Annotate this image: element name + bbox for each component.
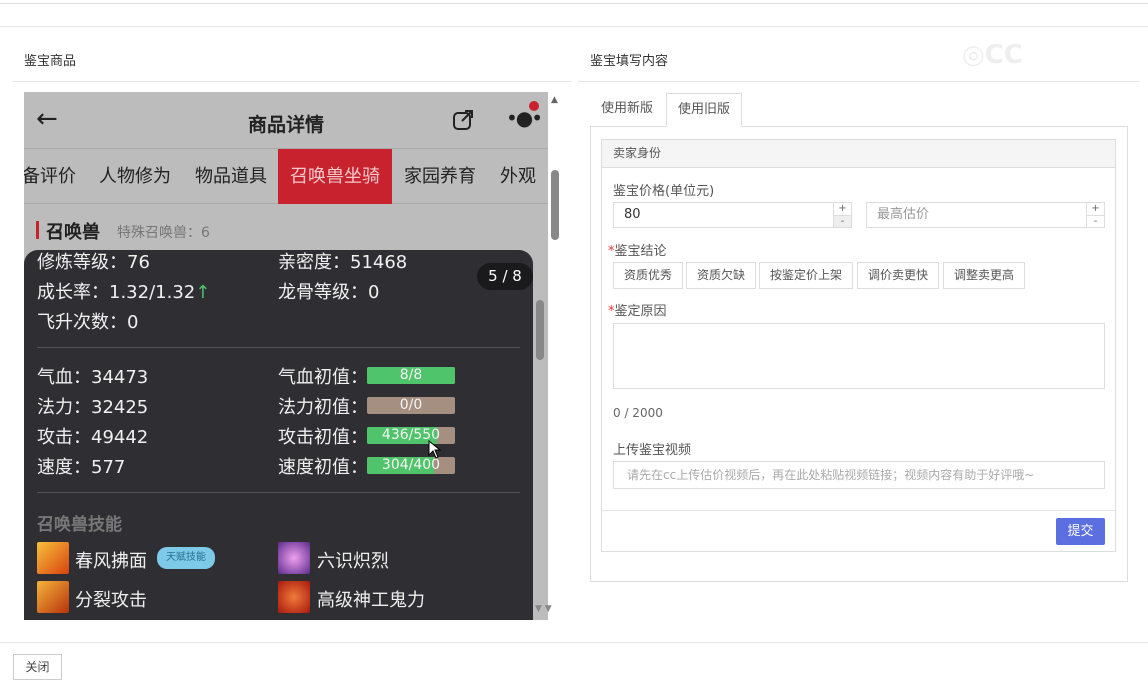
inner-scrollbar[interactable] <box>536 300 544 360</box>
init-stat-label: 法力初值： <box>278 397 368 418</box>
version-tab-1[interactable]: 使用旧版 <box>666 93 743 127</box>
mouse-cursor-icon <box>428 440 442 459</box>
skill-icon <box>37 581 69 613</box>
skill-icon <box>37 542 69 574</box>
skill-name: 春风拂面 <box>75 551 147 572</box>
version-tab-0[interactable]: 使用新版 <box>590 93 664 127</box>
price-label: 鉴宝价格(单位元) <box>613 184 715 199</box>
up-arrow-icon: ↑ <box>195 282 211 303</box>
skill-name: 分裂攻击 <box>75 590 147 611</box>
char-count: 0 / 2000 <box>613 406 663 420</box>
conclusion-option[interactable]: 调整卖更高 <box>943 262 1026 289</box>
init-stat-label: 速度初值： <box>278 457 368 478</box>
left-panel-title: 鉴宝商品 <box>24 54 77 69</box>
stat: 飞升次数：0 <box>37 312 139 333</box>
section-header: 卖家身份 <box>602 140 1115 168</box>
stat: 龙骨等级：0 <box>278 282 380 303</box>
section-subtitle: 特殊召唤兽：6 <box>117 225 210 241</box>
init-stat-label: 攻击初值： <box>278 427 368 448</box>
conclusion-option[interactable]: 按鉴定价上架 <box>759 262 854 289</box>
skill-name: 六识炽烈 <box>317 551 389 572</box>
price-stepper[interactable]: + - <box>833 203 851 227</box>
skill-name: 高级神工鬼力 <box>317 590 425 611</box>
pet-detail-card: 修炼等级：76 亲密度：51468 成长率：1.32/1.32↑ 龙骨等级：0 … <box>24 250 544 620</box>
skill-icon <box>278 581 310 613</box>
right-panel-title: 鉴宝填写内容 <box>590 54 669 69</box>
close-button[interactable]: 关闭 <box>13 654 62 680</box>
conclusion-option[interactable]: 调价卖更快 <box>857 262 940 289</box>
tab-2[interactable]: 物品道具 <box>195 149 267 204</box>
tab-5[interactable]: 外观 <box>500 149 536 204</box>
init-stat-label: 气血初值： <box>278 367 368 388</box>
stat: 成长率：1.32/1.32 <box>37 282 196 303</box>
notification-dot <box>529 101 539 111</box>
max-price-input[interactable]: 最高估价 + - <box>866 202 1105 228</box>
tab-0[interactable]: 备评价 <box>24 149 76 204</box>
price-input[interactable]: 80 + - <box>613 202 852 228</box>
section-title: 召唤兽 <box>46 222 100 243</box>
tab-3[interactable]: 召唤兽坐骑 <box>278 149 392 204</box>
submit-button[interactable]: 提交 <box>1056 518 1105 545</box>
stat: 法力：32425 <box>37 397 149 418</box>
skills-title: 召唤兽技能 <box>37 515 122 535</box>
tab-4[interactable]: 家园养育 <box>404 149 476 204</box>
talent-badge: 天赋技能 <box>157 547 215 569</box>
conclusion-option[interactable]: 资质优秀 <box>613 262 684 289</box>
stat: 攻击：49442 <box>37 427 149 448</box>
stat: 气血：34473 <box>37 367 149 388</box>
skill-icon <box>278 542 310 574</box>
conclusion-label: 鉴宝结论 <box>614 244 667 259</box>
reason-label: 鉴定原因 <box>614 304 667 319</box>
reason-textarea[interactable] <box>613 323 1105 389</box>
pager-badge: 5 / 8 <box>477 263 533 290</box>
stat: 修炼等级：76 <box>37 252 150 273</box>
conclusion-option[interactable]: 资质欠缺 <box>686 262 757 289</box>
scrollbar-thumb[interactable] <box>551 170 559 240</box>
video-link-input[interactable]: 请先在cc上传估价视频后，再在此处粘贴视频链接；视频内容有助于好评哦~ <box>613 461 1105 489</box>
watermark-logo: ◎CC <box>962 40 1023 70</box>
init-value-bar: 0/0 <box>367 397 455 414</box>
stat: 亲密度：51468 <box>278 252 408 273</box>
max-price-stepper[interactable]: + - <box>1086 203 1104 227</box>
video-label: 上传鉴宝视频 <box>613 443 692 458</box>
tab-1[interactable]: 人物修为 <box>99 149 171 204</box>
init-value-bar: 8/8 <box>367 367 455 384</box>
stat: 速度：577 <box>37 457 126 478</box>
share-icon <box>453 110 473 130</box>
